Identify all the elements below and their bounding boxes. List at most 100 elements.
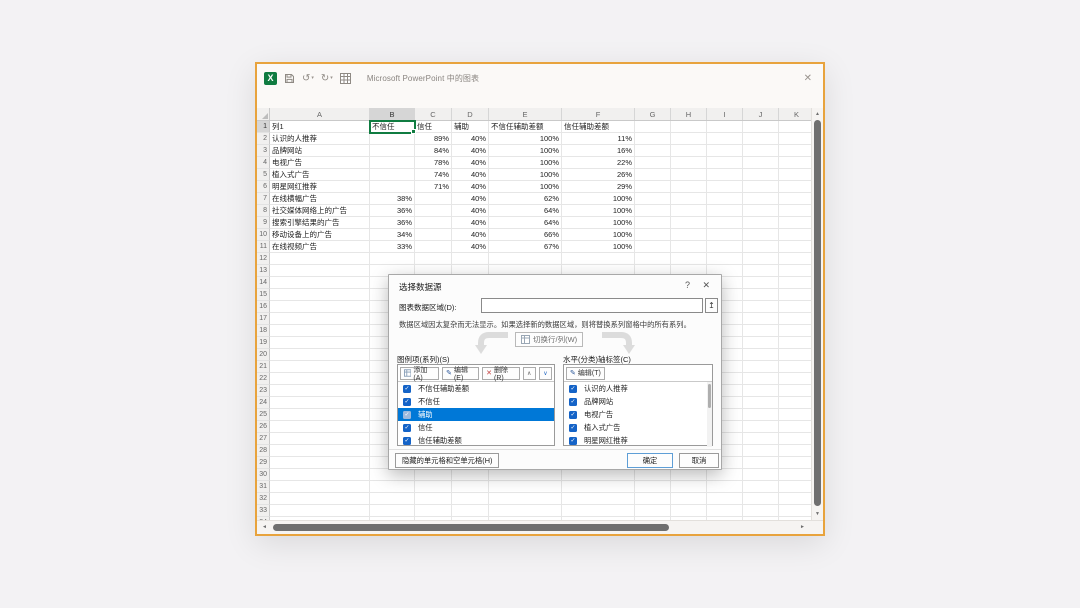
cell-D7[interactable]: 40% (452, 193, 489, 205)
vertical-scroll-thumb[interactable] (814, 120, 821, 506)
cell-H2[interactable] (671, 133, 707, 145)
cell-J33[interactable] (743, 505, 779, 517)
cell-I7[interactable] (707, 193, 743, 205)
range-picker-button[interactable]: ↥ (705, 298, 718, 313)
cell-F30[interactable] (562, 469, 635, 481)
column-header-E[interactable]: E (489, 108, 562, 120)
cell-A32[interactable] (270, 493, 370, 505)
cell-A19[interactable] (270, 337, 370, 349)
cell-A2[interactable]: 认识的人推荐 (270, 133, 370, 145)
series-item[interactable]: ✓不信任 (398, 395, 554, 408)
checkbox-icon[interactable]: ✓ (403, 398, 411, 406)
checkbox-icon[interactable]: ✓ (403, 385, 411, 393)
cell-I32[interactable] (707, 493, 743, 505)
cell-E4[interactable]: 100% (489, 157, 562, 169)
row-header-17[interactable]: 17 (257, 313, 270, 325)
cell-A11[interactable]: 在线视频广告 (270, 241, 370, 253)
cell-A9[interactable]: 搜索引擎结果的广告 (270, 217, 370, 229)
cell-F1[interactable]: 信任辅助差额 (562, 121, 635, 133)
cell-D2[interactable]: 40% (452, 133, 489, 145)
category-item[interactable]: ✓品牌网站 (564, 395, 712, 408)
cell-D5[interactable]: 40% (452, 169, 489, 181)
cell-E3[interactable]: 100% (489, 145, 562, 157)
cell-H4[interactable] (671, 157, 707, 169)
cell-E12[interactable] (489, 253, 562, 265)
cell-H32[interactable] (671, 493, 707, 505)
cell-I5[interactable] (707, 169, 743, 181)
cell-K32[interactable] (779, 493, 811, 505)
row-header-10[interactable]: 10 (257, 229, 270, 241)
move-series-up-button[interactable]: ∧ (523, 367, 536, 380)
cell-J25[interactable] (743, 409, 779, 421)
edit-categories-button[interactable]: ✎ 编辑(T) (566, 367, 605, 380)
row-header-25[interactable]: 25 (257, 409, 270, 421)
row-header-11[interactable]: 11 (257, 241, 270, 253)
cell-B32[interactable] (370, 493, 415, 505)
cell-K8[interactable] (779, 205, 811, 217)
cell-C9[interactable] (415, 217, 452, 229)
cell-J10[interactable] (743, 229, 779, 241)
cell-K12[interactable] (779, 253, 811, 265)
cell-B11[interactable]: 33% (370, 241, 415, 253)
cell-F8[interactable]: 100% (562, 205, 635, 217)
save-icon[interactable] (284, 73, 295, 84)
cell-A15[interactable] (270, 289, 370, 301)
category-item[interactable]: ✓植入式广告 (564, 421, 712, 434)
cell-K2[interactable] (779, 133, 811, 145)
cell-B1[interactable]: 不信任 (370, 121, 415, 133)
cell-B5[interactable] (370, 169, 415, 181)
row-header-14[interactable]: 14 (257, 277, 270, 289)
column-header-D[interactable]: D (452, 108, 489, 120)
cell-J8[interactable] (743, 205, 779, 217)
cell-I30[interactable] (707, 469, 743, 481)
move-series-down-button[interactable]: ∨ (539, 367, 552, 380)
row-header-24[interactable]: 24 (257, 397, 270, 409)
cell-C1[interactable]: 信任 (415, 121, 452, 133)
cell-I6[interactable] (707, 181, 743, 193)
cell-C6[interactable]: 71% (415, 181, 452, 193)
cell-A22[interactable] (270, 373, 370, 385)
cell-J4[interactable] (743, 157, 779, 169)
cell-K6[interactable] (779, 181, 811, 193)
checkbox-icon[interactable]: ✓ (403, 437, 411, 445)
cell-E8[interactable]: 64% (489, 205, 562, 217)
cell-A31[interactable] (270, 481, 370, 493)
row-header-3[interactable]: 3 (257, 145, 270, 157)
cell-F7[interactable]: 100% (562, 193, 635, 205)
cell-F11[interactable]: 100% (562, 241, 635, 253)
cell-G6[interactable] (635, 181, 671, 193)
cell-I2[interactable] (707, 133, 743, 145)
cell-K10[interactable] (779, 229, 811, 241)
cell-J12[interactable] (743, 253, 779, 265)
dialog-close-button[interactable]: ✕ (702, 280, 710, 291)
cell-D4[interactable]: 40% (452, 157, 489, 169)
cell-I8[interactable] (707, 205, 743, 217)
cell-J1[interactable] (743, 121, 779, 133)
categories-scroll-thumb[interactable] (708, 384, 711, 408)
row-header-1[interactable]: 1 (257, 121, 270, 133)
row-header-27[interactable]: 27 (257, 433, 270, 445)
cell-I10[interactable] (707, 229, 743, 241)
cell-A23[interactable] (270, 385, 370, 397)
cell-F3[interactable]: 16% (562, 145, 635, 157)
cell-H8[interactable] (671, 205, 707, 217)
cell-K3[interactable] (779, 145, 811, 157)
cell-H7[interactable] (671, 193, 707, 205)
cell-G32[interactable] (635, 493, 671, 505)
checkbox-icon[interactable]: ✓ (403, 424, 411, 432)
categories-scrollbar[interactable] (707, 382, 712, 447)
cell-J13[interactable] (743, 265, 779, 277)
cell-K19[interactable] (779, 337, 811, 349)
vertical-scrollbar[interactable]: ▲ ▼ (811, 108, 823, 520)
cell-G3[interactable] (635, 145, 671, 157)
cell-K24[interactable] (779, 397, 811, 409)
cell-K17[interactable] (779, 313, 811, 325)
row-header-23[interactable]: 23 (257, 385, 270, 397)
cell-A26[interactable] (270, 421, 370, 433)
cell-A7[interactable]: 在线横幅广告 (270, 193, 370, 205)
cell-H30[interactable] (671, 469, 707, 481)
row-header-21[interactable]: 21 (257, 361, 270, 373)
cell-K9[interactable] (779, 217, 811, 229)
row-header-30[interactable]: 30 (257, 469, 270, 481)
cell-A21[interactable] (270, 361, 370, 373)
